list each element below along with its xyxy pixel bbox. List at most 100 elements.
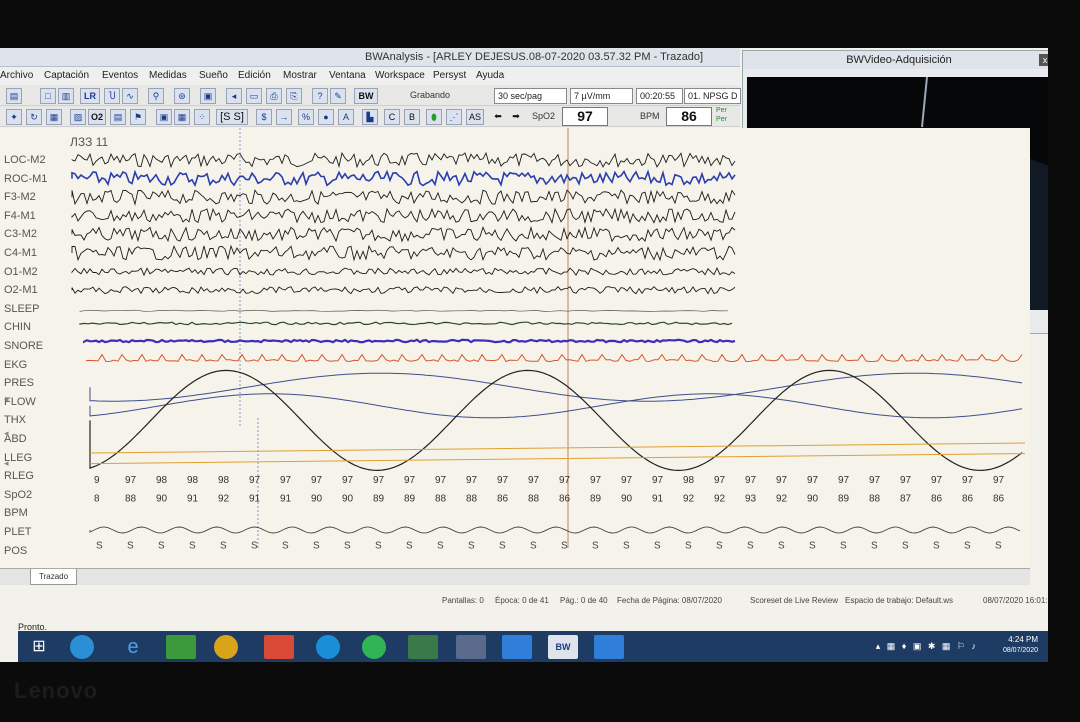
windows-start-icon[interactable]: ⊞: [24, 635, 54, 659]
menu-ventana[interactable]: Ventana: [329, 70, 366, 81]
tray-icons[interactable]: ▴ ▦ ♦ ▣ ✱ ▦ ⚐ ♪: [876, 641, 978, 652]
bw-button[interactable]: BW: [354, 88, 378, 104]
as-button[interactable]: AS: [466, 109, 484, 125]
clipboard-icon[interactable]: ▣: [200, 88, 216, 104]
montage-icon[interactable]: ▣: [156, 109, 172, 125]
channel-label-roc-m1[interactable]: ROC-M1: [4, 173, 47, 185]
print-icon[interactable]: ⎙: [266, 88, 282, 104]
o2-button[interactable]: O2: [88, 109, 106, 125]
channel-label-bpm[interactable]: BPM: [4, 507, 28, 519]
bulb-icon[interactable]: ✦: [6, 109, 22, 125]
circle-icon[interactable]: ●: [318, 109, 334, 125]
layout-icon[interactable]: □: [40, 88, 56, 104]
gauge-icon[interactable]: ⊛: [174, 88, 190, 104]
flag-icon[interactable]: ⚑: [130, 109, 146, 125]
channel-label-sleep[interactable]: SLEEP: [4, 303, 39, 315]
pos-value: S: [127, 541, 134, 552]
menu-medidas[interactable]: Medidas: [149, 70, 187, 81]
menu-workspace[interactable]: Workspace: [375, 70, 425, 81]
percent-button[interactable]: %: [298, 109, 314, 125]
excel-icon[interactable]: [408, 635, 438, 659]
scroll-up-icon[interactable]: ◂: [4, 394, 14, 404]
bar-chart-icon[interactable]: ▙: [362, 109, 378, 125]
spo2-value: 97: [342, 475, 354, 486]
menu-archivo[interactable]: Archivo: [0, 70, 33, 81]
channel-label-spo2[interactable]: SpO2: [4, 489, 32, 501]
channel-label-loc-m2[interactable]: LOC-M2: [4, 154, 46, 166]
whatsapp-icon[interactable]: [362, 635, 386, 659]
bwvideo-task-icon[interactable]: [594, 635, 624, 659]
ss-button[interactable]: [S S]: [216, 109, 248, 125]
pos-value: S: [623, 541, 630, 552]
arrow-right-icon[interactable]: ➡: [510, 109, 522, 123]
channel-label-o2-m1[interactable]: O2-M1: [4, 284, 38, 296]
spo2-value: 97: [249, 475, 261, 486]
open-folder-icon[interactable]: ▤: [6, 88, 22, 104]
chart-icon[interactable]: ▨: [70, 109, 86, 125]
refresh-icon[interactable]: ↻: [26, 109, 42, 125]
channel-label-ekg[interactable]: EKG: [4, 359, 27, 371]
pos-value: S: [716, 541, 723, 552]
b-button[interactable]: B: [404, 109, 420, 125]
lr-button[interactable]: LR: [80, 88, 100, 104]
channel-label-c4-m1[interactable]: C4-M1: [4, 247, 37, 259]
tab-trazado[interactable]: Trazado: [30, 569, 78, 585]
channel-label-chin[interactable]: CHIN: [4, 321, 31, 333]
speaker-icon[interactable]: ◂: [226, 88, 242, 104]
graph-icon[interactable]: ⋰: [446, 109, 462, 125]
montage-select[interactable]: 01. NPSG D: [684, 88, 741, 104]
dollar-icon[interactable]: $: [256, 109, 272, 125]
table-icon[interactable]: ▤: [110, 109, 126, 125]
arrow-left-icon[interactable]: ⬅: [492, 109, 504, 123]
sensitivity-select[interactable]: 7 µV/mm: [570, 88, 633, 104]
layout-split-icon[interactable]: ▥: [58, 88, 74, 104]
c-button[interactable]: C: [384, 109, 400, 125]
monitor-icon[interactable]: ▭: [246, 88, 262, 104]
grid-icon[interactable]: ▦: [46, 109, 62, 125]
channel-label-plet[interactable]: PLET: [4, 526, 32, 538]
channel-label-rleg[interactable]: RLEG: [4, 470, 34, 482]
store-icon[interactable]: [166, 635, 196, 659]
nav-left2-icon[interactable]: ◂: [4, 458, 14, 468]
dots-icon[interactable]: ⁘: [194, 109, 210, 125]
arrow-s-icon[interactable]: →: [276, 109, 292, 125]
matrix-icon[interactable]: ▦: [174, 109, 190, 125]
channel-label-snore[interactable]: SNORE: [4, 340, 43, 352]
channel-label-thx[interactable]: THX: [4, 414, 26, 426]
menu-ayuda[interactable]: Ayuda: [476, 70, 504, 81]
channel-label-f4-m1[interactable]: F4-M1: [4, 210, 36, 222]
notes-icon[interactable]: ✎: [330, 88, 346, 104]
settings-app-icon[interactable]: [456, 635, 486, 659]
menu-eventos[interactable]: Eventos: [102, 70, 138, 81]
spo2-value: 97: [590, 475, 602, 486]
channel-label-pres[interactable]: PRES: [4, 377, 34, 389]
timebase-select[interactable]: 30 sec/pag: [494, 88, 567, 104]
help-icon[interactable]: ?: [312, 88, 328, 104]
pin-icon[interactable]: ⚲: [148, 88, 164, 104]
bwanalysis-task-icon[interactable]: BW: [548, 635, 578, 659]
wave-icon[interactable]: ∿: [122, 88, 138, 104]
channel-label-o1-m2[interactable]: O1-M2: [4, 266, 38, 278]
channel-label-f3-m2[interactable]: F3-M2: [4, 191, 36, 203]
video-close-button[interactable]: x: [1039, 54, 1048, 66]
anydesk-icon[interactable]: [264, 635, 294, 659]
nav-left-icon[interactable]: ◂: [4, 428, 14, 438]
edge-browser-icon[interactable]: e: [118, 635, 148, 659]
channel-label-pos[interactable]: POS: [4, 545, 27, 557]
text-a-icon[interactable]: A: [338, 109, 354, 125]
menu-sueno[interactable]: Sueño: [199, 70, 228, 81]
app-cloud-icon[interactable]: [70, 635, 94, 659]
menu-persyst[interactable]: Persyst: [433, 70, 466, 81]
cursor-icon[interactable]: Ⴎ: [104, 88, 120, 104]
network-app-icon[interactable]: [502, 635, 532, 659]
skype-icon[interactable]: [316, 635, 340, 659]
menu-edicion[interactable]: Edición: [238, 70, 271, 81]
spo2-value: 97: [466, 475, 478, 486]
menu-mostrar[interactable]: Mostrar: [283, 70, 317, 81]
menu-captacion[interactable]: Captación: [44, 70, 89, 81]
chrome-icon[interactable]: [214, 635, 238, 659]
location-icon[interactable]: ⬮: [426, 109, 442, 125]
print-preview-icon[interactable]: ⎘: [286, 88, 302, 104]
channel-label-c3-m2[interactable]: C3-M2: [4, 228, 37, 240]
trace-area[interactable]: ЛЗЗ 11 9 97 98 98 98 97 97 97 97 97 97 97 97 97 97 97 97 9…: [0, 128, 1030, 568]
